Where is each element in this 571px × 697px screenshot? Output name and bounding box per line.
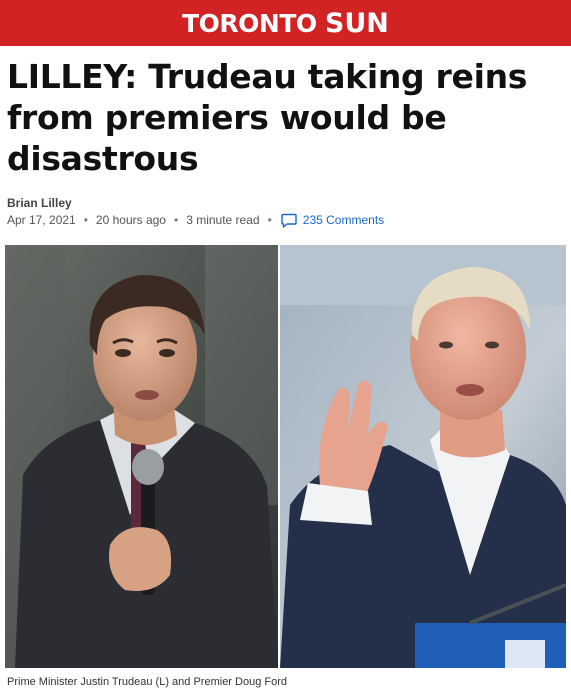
relative-time: 20 hours ago xyxy=(95,213,166,227)
site-logo[interactable]: TORONTO SUN xyxy=(182,10,389,37)
comments-link[interactable]: 235 Comments xyxy=(281,213,384,228)
photo-ford xyxy=(280,245,566,668)
photo-caption: Prime Minister Justin Trudeau (L) and Pr… xyxy=(7,676,287,688)
read-time: 3 minute read xyxy=(186,213,260,227)
logo-prefix: TORONTO xyxy=(182,8,317,38)
article-headline: LILLEY: Trudeau taking reins from premie… xyxy=(7,57,528,178)
publish-date: Apr 17, 2021 xyxy=(7,213,76,227)
meta-separator: • xyxy=(83,213,88,227)
author-name[interactable]: Brian Lilley xyxy=(7,196,72,210)
lead-photo[interactable] xyxy=(5,245,566,668)
masthead: TORONTO SUN xyxy=(0,0,571,46)
photo-trudeau xyxy=(5,245,278,668)
logo-brand: SUN xyxy=(324,7,389,39)
meta-separator: • xyxy=(173,213,179,227)
article-meta: Apr 17, 2021 • 20 hours ago • 3 minute r… xyxy=(7,212,384,228)
comment-bubble-icon xyxy=(281,213,297,228)
comments-count: 235 Comments xyxy=(302,213,385,227)
meta-separator: • xyxy=(267,213,272,227)
